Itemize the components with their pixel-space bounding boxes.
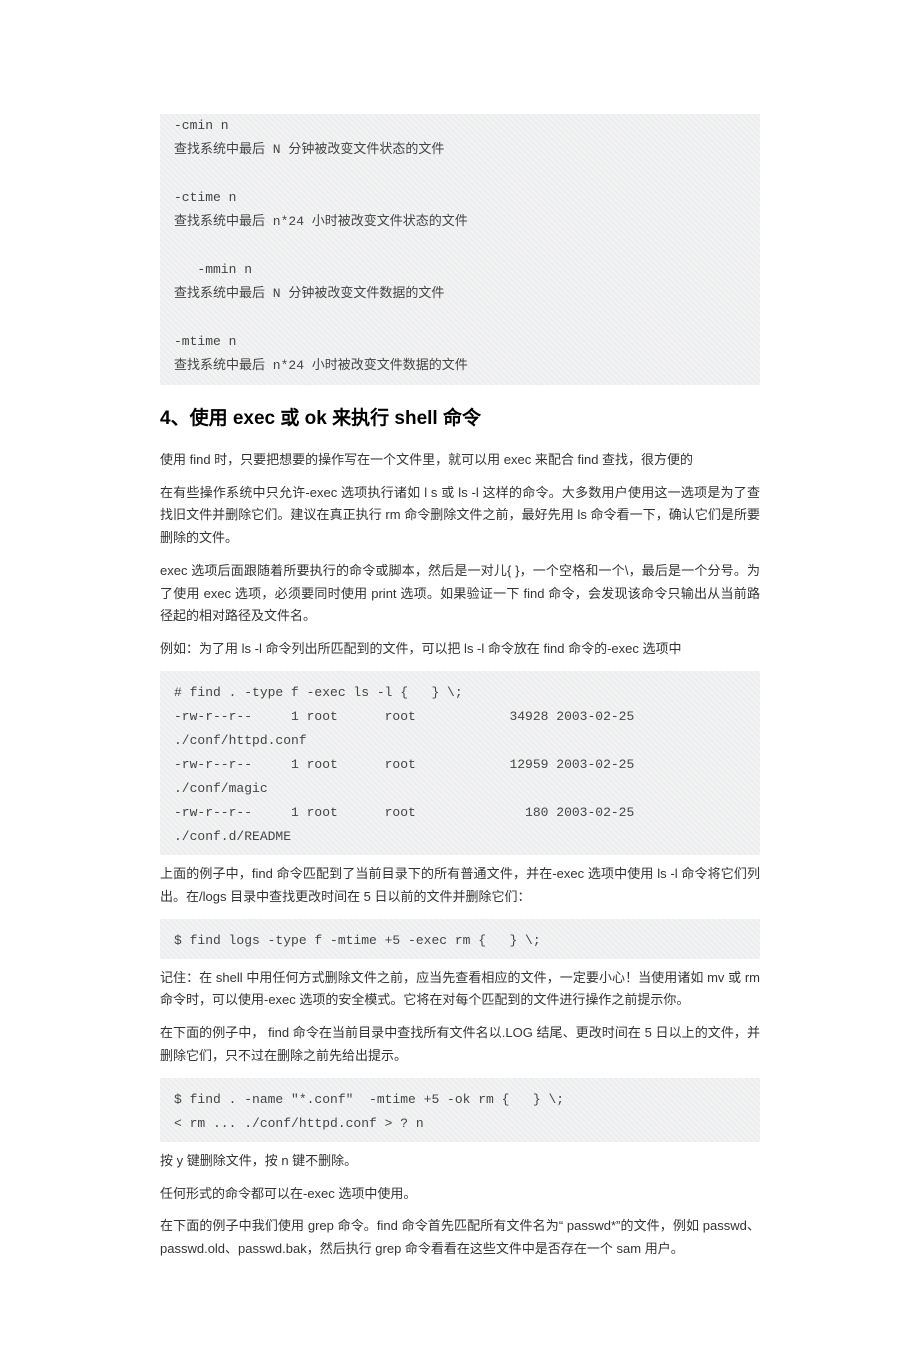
paragraph-ok-example: 在下面的例子中， find 命令在当前目录中查找所有文件名以.LOG 结尾、更改… — [160, 1022, 760, 1068]
page-container: -cmin n 查找系统中最后 N 分钟被改变文件状态的文件 -ctime n … — [0, 0, 920, 1361]
paragraph-any-command: 任何形式的命令都可以在-exec 选项中使用。 — [160, 1183, 760, 1206]
code-block-find-ls: # find . -type f -exec ls -l { } \; -rw-… — [160, 671, 760, 855]
paragraph-example-ls: 例如：为了用 ls -l 命令列出所匹配到的文件，可以把 ls -l 命令放在 … — [160, 638, 760, 661]
paragraph-explain-logs: 上面的例子中，find 命令匹配到了当前目录下的所有普通文件，并在-exec 选… — [160, 863, 760, 909]
paragraph-warning: 记住：在 shell 中用任何方式删除文件之前，应当先查看相应的文件，一定要小心… — [160, 967, 760, 1013]
paragraph-intro: 使用 find 时，只要把想要的操作写在一个文件里，就可以用 exec 来配合 … — [160, 449, 760, 472]
code-block-find-rm: $ find logs -type f -mtime +5 -exec rm {… — [160, 919, 760, 959]
code-block-find-ok: $ find . -name "*.conf" -mtime +5 -ok rm… — [160, 1078, 760, 1142]
paragraph-exec-restriction: 在有些操作系统中只允许-exec 选项执行诸如 l s 或 ls -l 这样的命… — [160, 482, 760, 550]
code-block-time-options: -cmin n 查找系统中最后 N 分钟被改变文件状态的文件 -ctime n … — [160, 114, 760, 385]
section-heading-exec: 4、使用 exec 或 ok 来执行 shell 命令 — [160, 403, 760, 435]
paragraph-yn: 按 y 键删除文件，按 n 键不删除。 — [160, 1150, 760, 1173]
paragraph-grep-example: 在下面的例子中我们使用 grep 命令。find 命令首先匹配所有文件名为“ p… — [160, 1215, 760, 1261]
paragraph-exec-syntax: exec 选项后面跟随着所要执行的命令或脚本，然后是一对儿{ }，一个空格和一个… — [160, 560, 760, 628]
